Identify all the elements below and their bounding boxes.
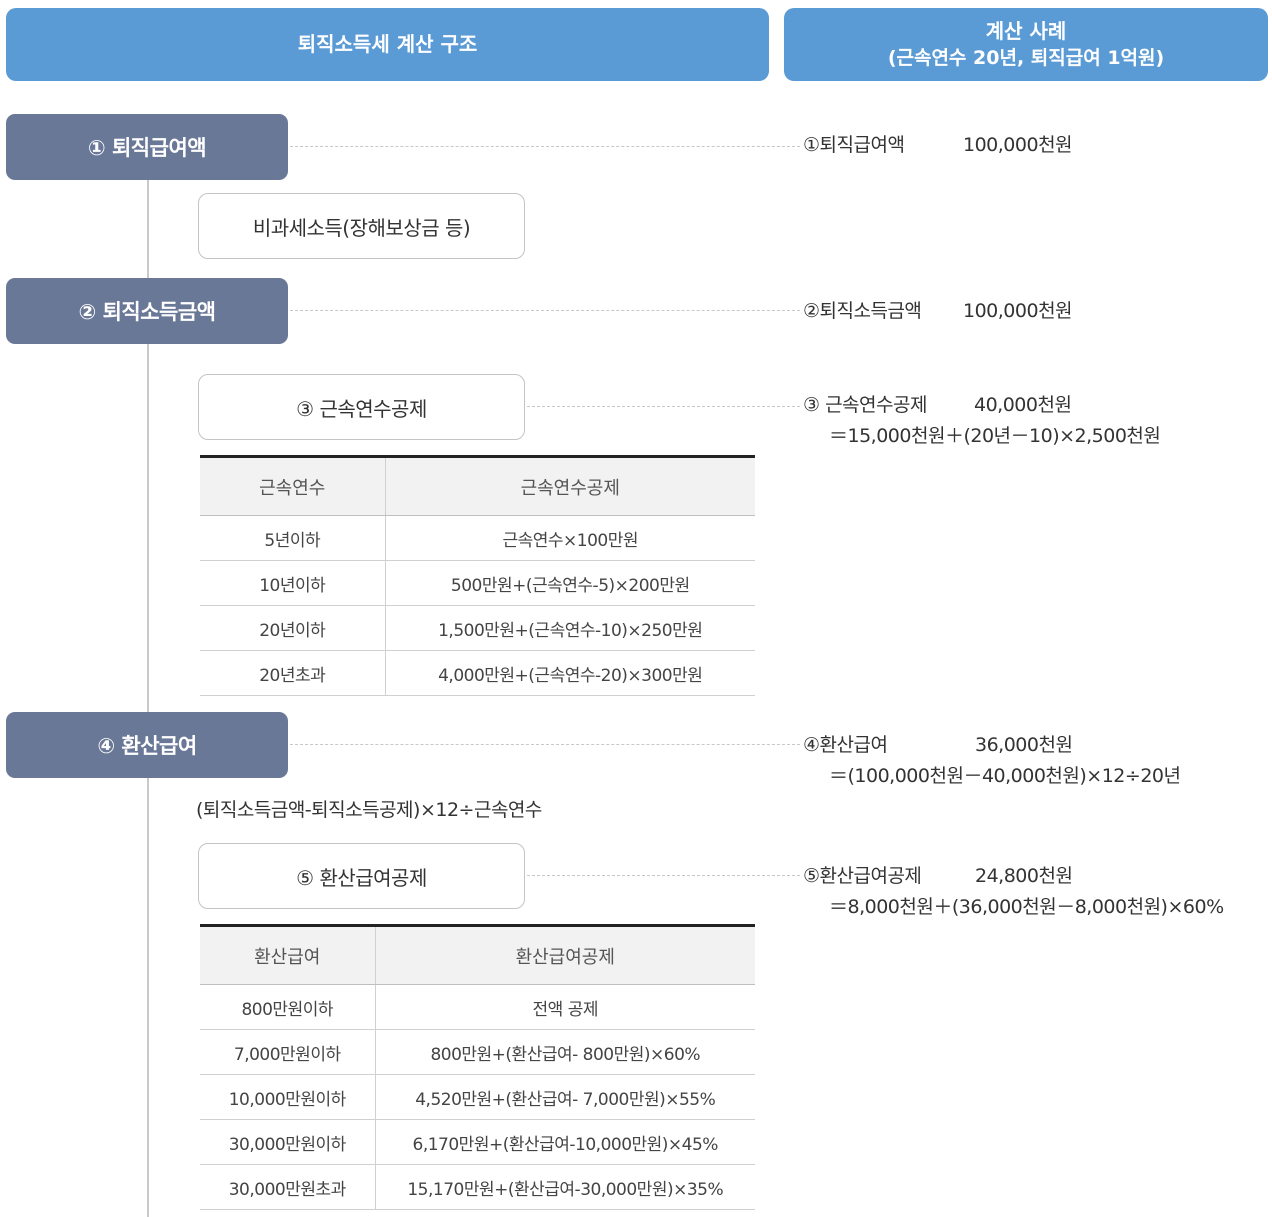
connector-dashed-3	[527, 406, 800, 407]
example-label: ①퇴직급여액	[803, 134, 905, 156]
example-converted-pay: ④환산급여 36,000천원 ＝(100,000천원－40,000천원)×12÷…	[803, 730, 1181, 787]
table-header-row: 환산급여 환산급여공제	[200, 925, 755, 985]
table-cell: 30,000만원초과	[200, 1164, 375, 1210]
column-header: 환산급여공제	[374, 925, 755, 985]
example-retirement-pay: ①퇴직급여액 100,000천원	[803, 130, 1073, 161]
connector-dashed-4	[290, 744, 800, 745]
example-header-title: 계산 사례	[985, 18, 1067, 43]
example-retirement-income: ②퇴직소득금액 100,000천원	[803, 296, 1073, 327]
example-amount: 36,000천원	[975, 734, 1073, 756]
table-cell: 7,000만원이하	[200, 1029, 375, 1075]
service-years-deduction-table: 근속연수 근속연수공제 5년이하 근속연수×100만원 10년이하 500만원+…	[200, 455, 755, 696]
converted-pay-deduction-table: 환산급여 환산급여공제 800만원이하 전액 공제 7,000만원이하 800만…	[200, 924, 755, 1210]
table-row: 30,000만원초과 15,170만원+(환산급여-30,000만원)×35%	[200, 1164, 755, 1210]
table-row: 20년이하 1,500만원+(근속연수-10)×250만원	[200, 605, 755, 651]
table-row: 7,000만원이하 800만원+(환산급여- 800만원)×60%	[200, 1029, 755, 1075]
table-cell: 근속연수×100만원	[384, 515, 755, 561]
table-row: 5년이하 근속연수×100만원	[200, 515, 755, 561]
table-header-row: 근속연수 근속연수공제	[200, 456, 755, 516]
column-header: 근속연수공제	[384, 456, 755, 516]
example-amount: 100,000천원	[963, 134, 1073, 156]
table-cell: 20년이하	[200, 605, 385, 651]
example-header-subtitle: (근속연수 20년, 퇴직급여 1억원)	[887, 46, 1165, 69]
table-row: 10년이하 500만원+(근속연수-5)×200만원	[200, 560, 755, 606]
connector-dashed-1	[290, 146, 800, 147]
table-cell: 10,000만원이하	[200, 1074, 375, 1120]
table-cell: 1,500만원+(근속연수-10)×250만원	[384, 605, 755, 651]
step-retirement-income: ② 퇴직소득금액	[6, 278, 288, 344]
example-formula: ＝8,000천원＋(36,000천원－8,000천원)×60%	[829, 896, 1224, 918]
connector-dashed-2	[290, 310, 800, 311]
table-cell: 10년이하	[200, 560, 385, 606]
example-amount: 100,000천원	[963, 300, 1073, 322]
step-retirement-pay: ① 퇴직급여액	[6, 114, 288, 180]
example-label: ⑤환산급여공제	[803, 865, 922, 887]
service-years-deduction-label: ③ 근속연수공제	[296, 396, 427, 421]
table-cell: 800만원+(환산급여- 800만원)×60%	[374, 1029, 755, 1075]
table-cell: 15,170만원+(환산급여-30,000만원)×35%	[374, 1164, 755, 1210]
table-row: 800만원이하 전액 공제	[200, 984, 755, 1030]
example-label: ④환산급여	[803, 734, 888, 756]
converted-pay-deduction-box: ⑤ 환산급여공제	[198, 843, 525, 909]
table-row: 30,000만원이하 6,170만원+(환산급여-10,000만원)×45%	[200, 1119, 755, 1165]
converted-pay-deduction-label: ⑤ 환산급여공제	[296, 865, 427, 890]
example-header: 계산 사례 (근속연수 20년, 퇴직급여 1억원)	[784, 8, 1268, 81]
step-converted-pay-label: ④ 환산급여	[97, 734, 197, 758]
example-formula: ＝15,000천원＋(20년－10)×2,500천원	[829, 425, 1161, 447]
table-cell: 4,520만원+(환산급여- 7,000만원)×55%	[374, 1074, 755, 1120]
table-cell: 30,000만원이하	[200, 1119, 375, 1165]
example-label: ②퇴직소득금액	[803, 300, 922, 322]
table-cell: 20년초과	[200, 650, 385, 696]
structure-header-title: 퇴직소득세 계산 구조	[297, 32, 478, 56]
table-row: 10,000만원이하 4,520만원+(환산급여- 7,000만원)×55%	[200, 1074, 755, 1120]
converted-pay-formula-note: (퇴직소득금액-퇴직소득공제)×12÷근속연수	[196, 799, 542, 821]
table-row: 20년초과 4,000만원+(근속연수-20)×300만원	[200, 650, 755, 696]
nontaxable-income-label: 비과세소득(장해보상금 등)	[252, 215, 471, 240]
column-header: 근속연수	[200, 456, 385, 516]
table-cell: 6,170만원+(환산급여-10,000만원)×45%	[374, 1119, 755, 1165]
example-service-years-deduction: ③ 근속연수공제 40,000천원 ＝15,000천원＋(20년－10)×2,5…	[803, 390, 1161, 447]
example-formula: ＝(100,000천원－40,000천원)×12÷20년	[829, 765, 1181, 787]
structure-header: 퇴직소득세 계산 구조	[6, 8, 769, 81]
table-cell: 5년이하	[200, 515, 385, 561]
step-converted-pay: ④ 환산급여	[6, 712, 288, 778]
table-cell: 800만원이하	[200, 984, 375, 1030]
step-retirement-income-label: ② 퇴직소득금액	[78, 300, 216, 324]
table-cell: 500만원+(근속연수-5)×200만원	[384, 560, 755, 606]
table-cell: 4,000만원+(근속연수-20)×300만원	[384, 650, 755, 696]
service-years-deduction-box: ③ 근속연수공제	[198, 374, 525, 440]
example-amount: 40,000천원	[974, 394, 1072, 416]
column-header: 환산급여	[200, 925, 375, 985]
example-converted-pay-deduction: ⑤환산급여공제 24,800천원 ＝8,000천원＋(36,000천원－8,00…	[803, 861, 1224, 918]
nontaxable-income-box: 비과세소득(장해보상금 등)	[198, 193, 525, 259]
example-amount: 24,800천원	[975, 865, 1073, 887]
table-cell: 전액 공제	[374, 984, 755, 1030]
example-label: ③ 근속연수공제	[803, 394, 927, 416]
step-retirement-pay-label: ① 퇴직급여액	[87, 136, 207, 160]
connector-dashed-5	[527, 875, 800, 876]
